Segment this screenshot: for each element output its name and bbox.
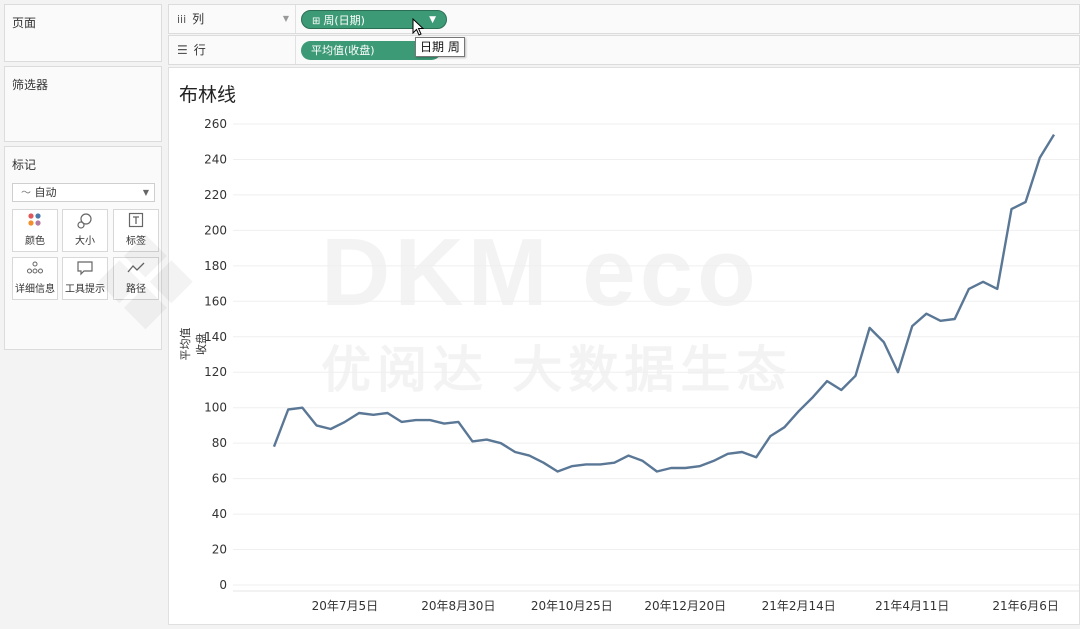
- y-tick-label: 180: [204, 259, 227, 273]
- week-date-pill-label: 周(日期): [323, 14, 365, 27]
- chevron-down-icon: ▼: [142, 188, 149, 197]
- rows-shelf-label: ☰ 行: [177, 36, 296, 64]
- columns-shelf[interactable]: iii 列 ▼ ⊞ 周(日期) ▼: [168, 4, 1080, 34]
- date-expand-icon: ⊞: [312, 16, 321, 27]
- marks-pane: 标记 〜 自动 ▼ 颜色 大小 标签 详细信息 工具提示 路径: [4, 146, 162, 350]
- label-icon: [114, 212, 158, 236]
- line-mark-icon: 〜: [21, 188, 31, 199]
- label-button[interactable]: 标签: [113, 209, 159, 252]
- mark-type-dropdown[interactable]: 〜 自动 ▼: [12, 183, 155, 202]
- y-tick-label: 160: [204, 294, 227, 308]
- y-tick-label: 260: [204, 117, 227, 131]
- color-button[interactable]: 颜色: [12, 209, 58, 252]
- x-tick-label: 21年4月11日: [875, 599, 949, 613]
- rows-label: 行: [193, 43, 206, 57]
- y-tick-label: 80: [212, 436, 227, 450]
- line-chart: 0 20 40 60 80 100 120 140 160 180 200 220 240 260 20年7…: [204, 117, 1079, 613]
- mark-type-value: 自动: [34, 186, 57, 199]
- color-label: 颜色: [25, 236, 45, 247]
- x-tick-label: 21年2月14日: [762, 599, 836, 613]
- tooltip-button[interactable]: 工具提示: [62, 257, 108, 300]
- x-tick-label: 20年12月20日: [644, 599, 726, 613]
- tooltip-icon: [63, 260, 107, 284]
- filters-pane[interactable]: 筛选器: [4, 66, 162, 142]
- viz-area: ❖ DKM eco 优阅达 大数据生态 布林线 平均值 收盘 020406080…: [87, 67, 1080, 625]
- avg-close-pill-label: 平均值(收盘): [311, 44, 375, 57]
- pill-dropdown-icon[interactable]: ▼: [429, 11, 436, 30]
- y-tick-label: 140: [204, 330, 227, 344]
- x-tick-label: 21年6月6日: [992, 599, 1059, 613]
- size-button[interactable]: 大小: [62, 209, 108, 252]
- rows-shelf[interactable]: ☰ 行 平均值(收盘): [168, 35, 1080, 65]
- y-tick-label: 120: [204, 365, 227, 379]
- tooltip-label: 工具提示: [65, 284, 105, 295]
- columns-shelf-label: iii 列 ▼: [177, 5, 296, 33]
- y-tick-label: 0: [219, 578, 227, 592]
- series-line: [272, 133, 1056, 473]
- x-tick-label: 20年7月5日: [312, 599, 379, 613]
- rows-icon: ☰: [177, 43, 188, 57]
- y-tick-label: 40: [212, 507, 227, 521]
- y-tick-label: 20: [212, 543, 227, 557]
- tooltip-popup: 日期 周: [415, 37, 465, 57]
- marks-title: 标记: [12, 158, 37, 172]
- x-tick-label: 20年10月25日: [531, 599, 613, 613]
- y-tick-label: 100: [204, 401, 227, 415]
- y-tick-label: 200: [204, 223, 227, 237]
- chevron-down-icon: ▼: [282, 14, 289, 23]
- detail-label: 详细信息: [15, 284, 55, 295]
- path-button[interactable]: 路径: [113, 257, 159, 300]
- size-label: 大小: [75, 236, 95, 247]
- mouse-cursor-icon: [412, 18, 425, 36]
- detail-icon: [13, 260, 57, 284]
- y-tick-label: 240: [204, 152, 227, 166]
- filters-title: 筛选器: [12, 78, 49, 92]
- path-label: 路径: [126, 284, 146, 295]
- y-tick-label: 60: [212, 472, 227, 486]
- path-icon: [114, 260, 158, 284]
- label-label: 标签: [126, 236, 146, 247]
- x-tick-label: 20年8月30日: [421, 599, 495, 613]
- detail-button[interactable]: 详细信息: [12, 257, 58, 300]
- columns-icon: iii: [177, 13, 187, 26]
- color-dots-icon: [13, 212, 57, 236]
- y-tick-label: 220: [204, 188, 227, 202]
- columns-label: 列: [192, 12, 205, 26]
- size-icon: [63, 212, 107, 236]
- pages-title: 页面: [12, 16, 37, 30]
- pages-pane[interactable]: 页面: [4, 4, 162, 62]
